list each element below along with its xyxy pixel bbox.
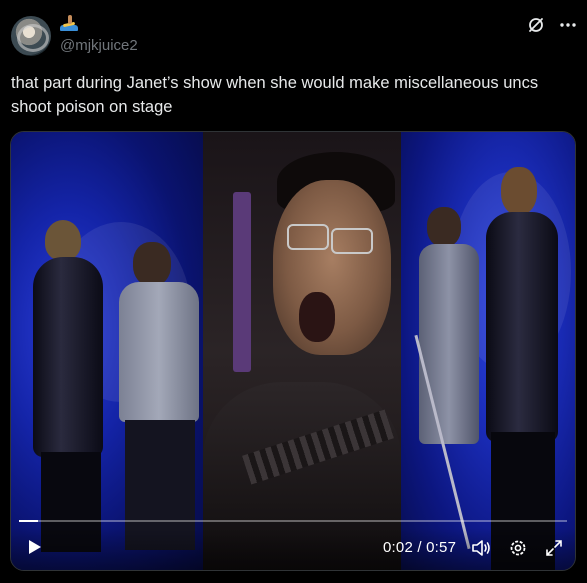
tweet-card: @mjkjuice2 that part during Janet’s show… (0, 0, 587, 583)
video-frame-center (203, 132, 401, 570)
video-frame-left (11, 132, 203, 570)
surfer-emoji-icon (60, 15, 78, 31)
current-time: 0:02 (383, 539, 413, 556)
duration: 0:57 (426, 539, 457, 556)
video-time: 0:02 / 0:57 (383, 539, 456, 556)
video-controls: 0:02 / 0:57 (11, 528, 575, 570)
volume-icon[interactable] (471, 538, 491, 558)
settings-icon[interactable] (508, 538, 528, 558)
display-name-row[interactable] (60, 14, 78, 32)
video-player[interactable]: 0:02 / 0:57 (10, 131, 576, 571)
video-progress-fill (19, 520, 39, 522)
play-icon[interactable] (25, 538, 43, 556)
tweet-text: that part during Janet’s show when she w… (11, 74, 539, 116)
video-progress-bar[interactable] (19, 520, 567, 522)
avatar[interactable] (11, 16, 51, 56)
user-handle[interactable]: @mjkjuice2 (60, 37, 138, 54)
grok-icon[interactable] (527, 16, 545, 34)
fullscreen-icon[interactable] (544, 538, 564, 558)
video-frame-right (401, 132, 575, 570)
header-actions (527, 16, 577, 34)
more-icon[interactable] (559, 16, 577, 34)
time-separator: / (417, 539, 422, 556)
